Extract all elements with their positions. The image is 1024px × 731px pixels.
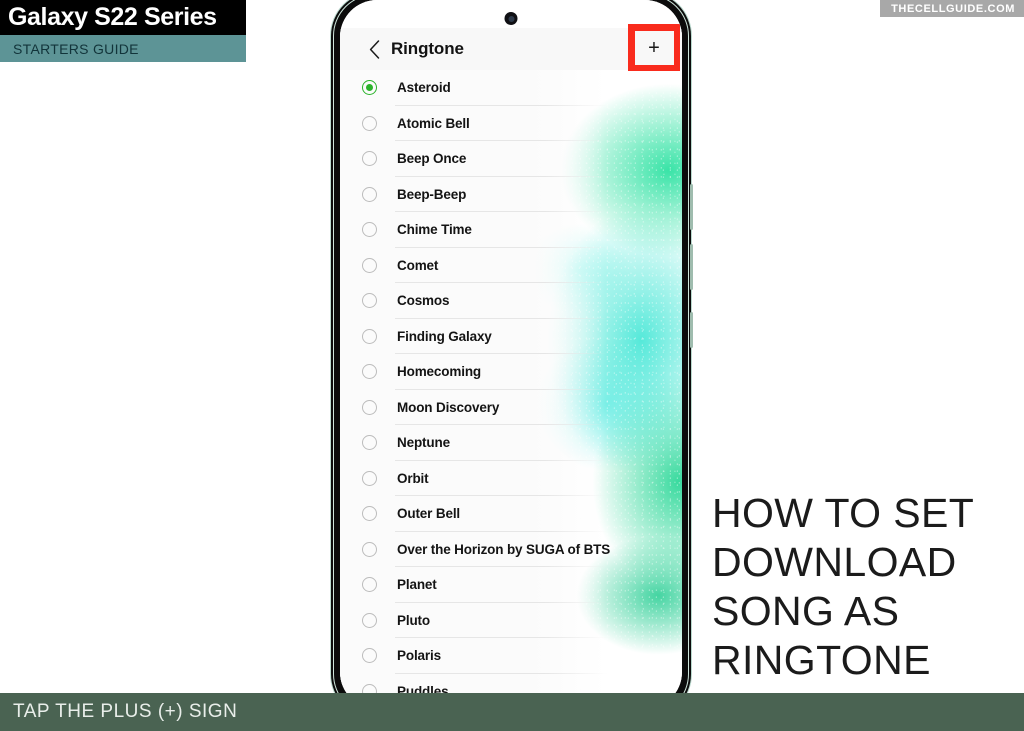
ringtone-row[interactable]: Chime Time — [340, 212, 682, 248]
ringtone-label: Orbit — [397, 470, 429, 486]
back-arrow-icon[interactable] — [359, 39, 389, 59]
ringtone-row[interactable]: Atomic Bell — [340, 105, 682, 141]
ringtone-label: Cosmos — [397, 293, 450, 309]
headline-line-4: RINGTONE — [712, 637, 931, 683]
ringtone-label: Outer Bell — [397, 506, 461, 522]
headline-block: HOW TO SET DOWNLOAD SONG AS RINGTONE — [712, 489, 1012, 685]
radio-button-icon[interactable] — [362, 435, 377, 451]
radio-button-icon[interactable] — [362, 293, 377, 309]
radio-button-icon[interactable] — [362, 399, 377, 415]
headline-line-3: SONG AS — [712, 588, 900, 634]
radio-button-icon[interactable] — [362, 151, 377, 167]
radio-button-icon[interactable] — [362, 80, 377, 96]
radio-button-icon[interactable] — [362, 222, 377, 238]
ringtone-label: Atomic Bell — [397, 115, 470, 131]
ringtone-label: Finding Galaxy — [397, 328, 492, 344]
ringtone-label: Pluto — [397, 612, 430, 628]
volume-up-button[interactable] — [690, 184, 693, 230]
ringtone-row[interactable]: Comet — [340, 247, 682, 283]
add-ringtone-button[interactable]: + — [634, 30, 674, 65]
ringtone-row[interactable]: Homecoming — [340, 354, 682, 390]
radio-button-icon[interactable] — [362, 648, 377, 664]
ringtone-row[interactable]: Cosmos — [340, 283, 682, 319]
brand-title: Galaxy S22 Series — [8, 3, 217, 31]
ringtone-row[interactable]: Finding Galaxy — [340, 318, 682, 354]
add-ringtone-highlight: + — [628, 24, 680, 71]
front-camera-icon — [504, 12, 518, 25]
ringtone-row[interactable]: Beep Once — [340, 141, 682, 177]
ringtone-label: Homecoming — [397, 364, 482, 380]
phone-screen: Ringtone + Asteroid Atomic Bell Beep Once B… — [340, 0, 682, 709]
watermark-text: THECELLGUIDE.COM — [891, 2, 1015, 15]
screenshot-canvas: Galaxy S22 Series STARTERS GUIDE THECELL… — [0, 0, 1024, 731]
ringtone-label: Beep Once — [397, 151, 467, 167]
headline-line-2: DOWNLOAD — [712, 539, 957, 585]
instruction-caption-bar: TAP THE PLUS (+) SIGN — [0, 693, 1024, 731]
radio-button-icon[interactable] — [362, 470, 377, 486]
page-title: Ringtone — [391, 39, 464, 58]
brand-subtitle-bar: STARTERS GUIDE — [0, 35, 246, 62]
ringtone-row[interactable]: Asteroid — [340, 70, 682, 106]
radio-button-icon[interactable] — [362, 115, 377, 131]
radio-button-icon[interactable] — [362, 328, 377, 344]
radio-button-icon[interactable] — [362, 364, 377, 380]
ringtone-label: Asteroid — [397, 80, 451, 96]
radio-button-icon[interactable] — [362, 506, 377, 522]
app-header: Ringtone + — [340, 24, 682, 71]
site-watermark: THECELLGUIDE.COM — [880, 0, 1024, 17]
ringtone-row[interactable]: Moon Discovery — [340, 389, 682, 425]
ringtone-label: Polaris — [397, 648, 441, 664]
radio-button-icon[interactable] — [362, 541, 377, 557]
ringtone-row[interactable]: Outer Bell — [340, 496, 682, 532]
radio-button-icon[interactable] — [362, 612, 377, 628]
brand-subtitle: STARTERS GUIDE — [13, 40, 139, 57]
ringtone-row[interactable]: Polaris — [340, 638, 682, 674]
ringtone-label: Chime Time — [397, 222, 472, 238]
ringtone-row[interactable]: Pluto — [340, 602, 682, 638]
ringtone-row[interactable]: Beep-Beep — [340, 176, 682, 212]
ringtone-label: Planet — [397, 577, 437, 593]
ringtone-label: Comet — [397, 257, 439, 273]
phone-mockup: Ringtone + Asteroid Atomic Bell Beep Once B… — [331, 0, 693, 718]
power-button[interactable] — [690, 312, 693, 348]
ringtone-row[interactable]: Planet — [340, 567, 682, 603]
brand-title-bar: Galaxy S22 Series — [0, 0, 246, 35]
instruction-caption-text: TAP THE PLUS (+) SIGN — [13, 701, 238, 722]
radio-button-icon[interactable] — [362, 577, 377, 593]
ringtone-label: Neptune — [397, 435, 450, 451]
radio-button-icon[interactable] — [362, 257, 377, 273]
ringtone-row[interactable]: Orbit — [340, 460, 682, 496]
ringtone-label: Beep-Beep — [397, 186, 467, 202]
ringtone-label: Over the Horizon by SUGA of BTS — [397, 541, 611, 557]
ringtone-row[interactable]: Over the Horizon by SUGA of BTS — [340, 531, 682, 567]
ringtone-row[interactable]: Neptune — [340, 425, 682, 461]
volume-down-button[interactable] — [690, 244, 693, 290]
radio-button-icon[interactable] — [362, 186, 377, 202]
ringtone-label: Moon Discovery — [397, 399, 500, 415]
headline-line-1: HOW TO SET — [712, 490, 975, 536]
ringtone-list[interactable]: Asteroid Atomic Bell Beep Once Beep-Beep Chi… — [340, 70, 682, 709]
